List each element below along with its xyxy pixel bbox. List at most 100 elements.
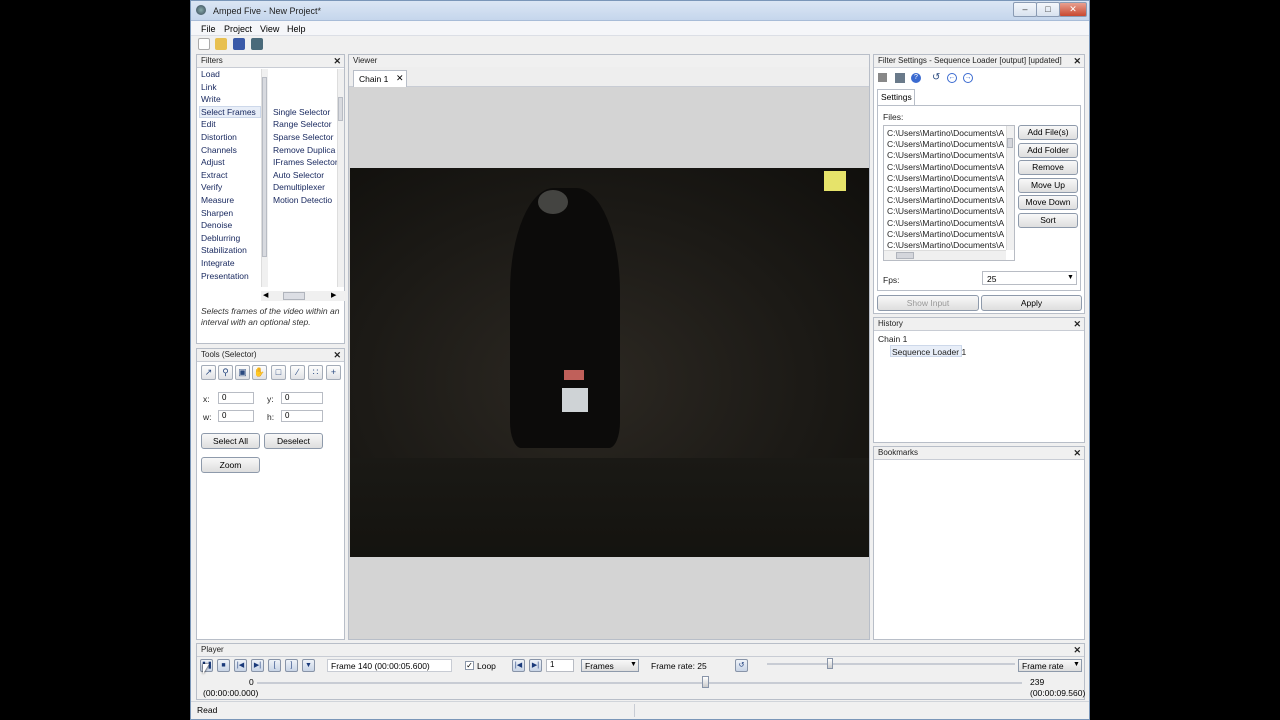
horizontal-scrollbar[interactable]: ◀ ▶ (261, 291, 345, 301)
zoom-button[interactable]: Zoom (201, 457, 260, 473)
pointer-tool-icon[interactable]: ↗ (201, 365, 216, 380)
category-distortion[interactable]: Distortion (201, 132, 237, 142)
tab-settings[interactable]: Settings (877, 89, 915, 105)
category-denoise[interactable]: Denoise (201, 220, 232, 230)
category-load[interactable]: Load (201, 69, 220, 79)
speed-slider-thumb[interactable] (827, 658, 833, 669)
category-deblurring[interactable]: Deblurring (201, 233, 240, 243)
timeline-track[interactable] (257, 682, 1022, 684)
minimize-button[interactable]: – (1013, 2, 1037, 17)
category-extract[interactable]: Extract (201, 170, 227, 180)
deselect-button[interactable]: Deselect (264, 433, 323, 449)
file-row[interactable]: C:\Users\Martino\Documents\A (887, 173, 1005, 183)
filter-remove-duplicates[interactable]: Remove Duplica (273, 145, 335, 155)
mark-in-button[interactable]: [ (268, 659, 281, 672)
file-row[interactable]: C:\Users\Martino\Documents\A (887, 150, 1005, 160)
history-chain-1[interactable]: Chain 1 (878, 334, 907, 344)
new-project-icon[interactable] (198, 38, 210, 50)
remove-button[interactable]: Remove (1018, 160, 1078, 175)
category-verify[interactable]: Verify (201, 182, 222, 192)
file-row[interactable]: C:\Users\Martino\Documents\A (887, 139, 1005, 149)
select-all-button[interactable]: Select All (201, 433, 260, 449)
category-sharpen[interactable]: Sharpen (201, 208, 233, 218)
mark-out-button[interactable]: ] (285, 659, 298, 672)
open-folder-icon[interactable] (215, 38, 227, 50)
y-input[interactable]: 0 (281, 392, 323, 404)
export-icon[interactable] (251, 38, 263, 50)
category-scroll-thumb[interactable] (262, 77, 267, 257)
menu-project[interactable]: Project (224, 24, 252, 34)
files-scroll-thumb[interactable] (1007, 138, 1013, 148)
tab-chain-1[interactable]: Chain 1 ✕ (353, 70, 407, 87)
chevron-right-icon[interactable]: ▶ (331, 291, 336, 299)
filter-list-scroll-thumb[interactable] (338, 97, 343, 121)
category-integrate[interactable]: Integrate (201, 258, 235, 268)
category-link[interactable]: Link (201, 82, 217, 92)
files-hscroll-thumb[interactable] (896, 252, 914, 259)
category-adjust[interactable]: Adjust (201, 157, 225, 167)
speed-slider-track[interactable] (767, 663, 1015, 665)
filter-auto-selector[interactable]: Auto Selector (273, 170, 324, 180)
w-input[interactable]: 0 (218, 410, 254, 422)
close-icon[interactable]: ✕ (396, 73, 404, 84)
apply-button[interactable]: Apply (981, 295, 1082, 311)
filter-sparse-selector[interactable]: Sparse Selector (273, 132, 333, 142)
category-stabilization[interactable]: Stabilization (201, 245, 247, 255)
close-window-button[interactable]: ✕ (1059, 2, 1087, 17)
menu-help[interactable]: Help (287, 24, 306, 34)
timeline-thumb[interactable] (701, 676, 709, 688)
files-list[interactable]: C:\Users\Martino\Documents\A C:\Users\Ma… (883, 125, 1015, 261)
close-icon[interactable]: ✕ (1073, 447, 1081, 459)
close-icon[interactable]: ✕ (1073, 644, 1081, 656)
points-tool-icon[interactable]: ∷ (308, 365, 323, 380)
stop-icon[interactable] (878, 73, 887, 82)
file-row[interactable]: C:\Users\Martino\Documents\A (887, 218, 1005, 228)
file-row[interactable]: C:\Users\Martino\Documents\A (887, 128, 1005, 138)
scroll-thumb[interactable] (283, 292, 305, 300)
step-back-button[interactable]: |◀ (512, 659, 525, 672)
pan-tool-icon[interactable]: ✋ (252, 365, 267, 380)
first-frame-button[interactable]: |◀ (234, 659, 247, 672)
save-icon[interactable] (233, 38, 245, 50)
close-icon[interactable]: ✕ (1073, 55, 1081, 67)
add-files-button[interactable]: Add File(s) (1018, 125, 1078, 140)
rectangle-tool-icon[interactable]: □ (271, 365, 286, 380)
move-up-button[interactable]: Move Up (1018, 177, 1078, 193)
close-icon[interactable]: ✕ (333, 349, 341, 361)
category-select-frames[interactable]: Select Frames (201, 107, 256, 117)
filter-single-selector[interactable]: Single Selector (273, 107, 330, 117)
chevron-left-icon[interactable]: ◀ (263, 291, 268, 299)
line-tool-icon[interactable]: ∕ (290, 365, 305, 380)
add-folder-button[interactable]: Add Folder (1018, 142, 1078, 158)
move-down-button[interactable]: Move Down (1018, 195, 1078, 210)
save-settings-icon[interactable] (895, 73, 905, 83)
category-write[interactable]: Write (201, 94, 221, 104)
video-frame[interactable] (350, 168, 869, 557)
zoom-tool-icon[interactable]: ⚲ (218, 365, 233, 380)
file-row[interactable]: C:\Users\Martino\Documents\A (887, 240, 1005, 250)
image-tool-icon[interactable]: ▣ (235, 365, 250, 380)
help-icon[interactable]: ? (911, 73, 921, 83)
category-channels[interactable]: Channels (201, 145, 237, 155)
x-input[interactable]: 0 (218, 392, 254, 404)
file-row[interactable]: C:\Users\Martino\Documents\A (887, 206, 1005, 216)
reset-icon[interactable]: ↺ (932, 72, 940, 83)
last-frame-button[interactable]: ▶| (251, 659, 264, 672)
category-edit[interactable]: Edit (201, 119, 216, 129)
stop-button[interactable]: ■ (217, 659, 230, 672)
maximize-button[interactable]: □ (1036, 2, 1060, 17)
step-unit-select[interactable]: Frames ▼ (581, 659, 639, 672)
close-icon[interactable]: ✕ (333, 55, 341, 67)
file-row[interactable]: C:\Users\Martino\Documents\A (887, 162, 1005, 172)
step-forward-button[interactable]: ▶| (529, 659, 542, 672)
fps-select[interactable]: 25 ▼ (982, 271, 1077, 285)
category-presentation[interactable]: Presentation (201, 271, 249, 281)
loop-checkbox[interactable]: ✓ (465, 661, 474, 670)
category-measure[interactable]: Measure (201, 195, 234, 205)
h-input[interactable]: 0 (281, 410, 323, 422)
menu-file[interactable]: File (201, 24, 216, 34)
filter-button[interactable]: ▼ (302, 659, 315, 672)
show-input-button[interactable]: Show Input (877, 295, 979, 311)
file-row[interactable]: C:\Users\Martino\Documents\A (887, 195, 1005, 205)
rate-mode-select[interactable]: Frame rate ▼ (1018, 659, 1082, 672)
